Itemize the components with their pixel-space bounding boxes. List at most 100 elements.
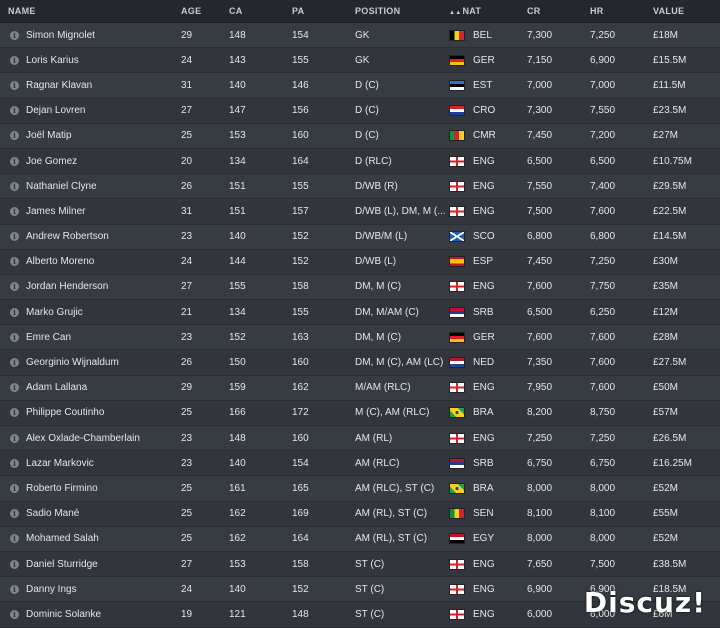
table-row[interactable]: i James Milner 31 151 157 D/WB (L), DM, … [0, 199, 720, 225]
player-name-cell[interactable]: i Adam Lallana [0, 382, 181, 393]
player-name-cell[interactable]: i Lazar Markovic [0, 458, 181, 469]
player-name-cell[interactable]: i Joël Matip [0, 130, 181, 141]
table-row[interactable]: i Georginio Wijnaldum 26 150 160 DM, M (… [0, 350, 720, 376]
player-name-cell[interactable]: i Andrew Robertson [0, 231, 181, 242]
info-icon[interactable]: i [10, 433, 19, 443]
player-hr: 7,000 [590, 79, 616, 91]
table-row[interactable]: i Sadio Mané 25 162 169 AM (RL), ST (C) … [0, 501, 720, 527]
table-row[interactable]: i Simon Mignolet 29 148 154 GK BEL 7,300… [0, 23, 720, 49]
column-header-ca[interactable]: CA [229, 6, 292, 16]
column-header-nat[interactable]: ▲▲NAT [449, 6, 527, 16]
nation-flag-icon [449, 180, 465, 192]
column-header-cr[interactable]: CR [527, 6, 590, 16]
player-name-cell[interactable]: i Jordan Henderson [0, 281, 181, 292]
player-name-cell[interactable]: i Joe Gomez [0, 156, 181, 167]
info-icon[interactable]: i [10, 206, 19, 216]
info-icon[interactable]: i [10, 307, 19, 317]
player-name-cell[interactable]: i Dejan Lovren [0, 105, 181, 116]
player-name-cell[interactable]: i Marko Grujic [0, 307, 181, 318]
player-name-cell[interactable]: i Nathaniel Clyne [0, 181, 181, 192]
info-icon[interactable]: i [10, 458, 19, 468]
info-icon[interactable]: i [10, 534, 19, 544]
table-row[interactable]: i Daniel Sturridge 27 153 158 ST (C) ENG… [0, 551, 720, 578]
table-row[interactable]: i Adam Lallana 29 159 162 M/AM (RLC) ENG… [0, 375, 720, 401]
player-name: Danny Ings [26, 583, 77, 595]
table-row[interactable]: i Jordan Henderson 27 155 158 DM, M (C) … [0, 274, 720, 301]
player-ca: 162 [229, 508, 246, 520]
table-row[interactable]: i Philippe Coutinho 25 166 172 M (C), AM… [0, 400, 720, 426]
nation-flag-icon [449, 130, 465, 142]
player-name-cell[interactable]: i Daniel Sturridge [0, 559, 181, 570]
table-row[interactable]: i Nathaniel Clyne 26 151 155 D/WB (R) EN… [0, 174, 720, 200]
column-header-hr[interactable]: HR [590, 6, 653, 16]
table-row[interactable]: i Dejan Lovren 27 147 156 D (C) CRO 7,30… [0, 98, 720, 124]
table-row[interactable]: i Emre Can 23 152 163 DM, M (C) GER 7,60… [0, 325, 720, 351]
player-position: AM (RLC), ST (C) [355, 482, 435, 494]
table-row[interactable]: i Andrew Robertson 23 140 152 D/WB/M (L)… [0, 224, 720, 250]
player-name-cell[interactable]: i James Milner [0, 206, 181, 217]
player-hr: 7,600 [590, 382, 616, 394]
column-header-value[interactable]: VALUE [653, 6, 720, 16]
table-row[interactable]: i Marko Grujic 21 134 155 DM, M/AM (C) S… [0, 300, 720, 326]
info-icon[interactable]: i [10, 257, 19, 267]
nation-flag-icon [449, 155, 465, 167]
player-name-cell[interactable]: i Danny Ings [0, 584, 181, 595]
table-row[interactable]: i Mohamed Salah 25 162 164 AM (RL), ST (… [0, 526, 720, 552]
player-pa: 146 [292, 79, 309, 91]
player-position: D (C) [355, 79, 379, 91]
info-icon[interactable]: i [10, 383, 19, 393]
info-icon[interactable]: i [10, 131, 19, 141]
info-icon[interactable]: i [10, 282, 19, 292]
info-icon[interactable]: i [10, 358, 19, 368]
player-name-cell[interactable]: i Alex Oxlade-Chamberlain [0, 433, 181, 444]
info-icon[interactable]: i [10, 483, 19, 493]
info-icon[interactable]: i [10, 584, 19, 594]
table-row[interactable]: i Roberto Firmino 25 161 165 AM (RLC), S… [0, 476, 720, 502]
player-name-cell[interactable]: i Sadio Mané [0, 508, 181, 519]
player-cr: 7,250 [527, 432, 553, 444]
info-icon[interactable]: i [10, 106, 19, 116]
column-header-name[interactable]: NAME [0, 6, 181, 16]
info-icon[interactable]: i [10, 156, 19, 166]
table-row[interactable]: i Alex Oxlade-Chamberlain 23 148 160 AM … [0, 426, 720, 452]
player-name-cell[interactable]: i Simon Mignolet [0, 30, 181, 41]
player-name-cell[interactable]: i Alberto Moreno [0, 256, 181, 267]
column-header-age[interactable]: AGE [181, 6, 229, 16]
player-name-cell[interactable]: i Georginio Wijnaldum [0, 357, 181, 368]
info-icon[interactable]: i [10, 609, 19, 619]
table-row[interactable]: i Loris Karius 24 143 155 GK GER 7,150 6… [0, 48, 720, 74]
player-name-cell[interactable]: i Loris Karius [0, 55, 181, 66]
table-row[interactable]: i Lazar Markovic 23 140 154 AM (RLC) SRB… [0, 451, 720, 477]
player-ca: 121 [229, 608, 246, 620]
player-cr: 7,600 [527, 281, 553, 293]
info-icon[interactable]: i [10, 232, 19, 242]
info-icon[interactable]: i [10, 332, 19, 342]
player-position: AM (RL), ST (C) [355, 533, 428, 545]
table-row[interactable]: i Joël Matip 25 153 160 D (C) CMR 7,450 … [0, 123, 720, 149]
player-name-cell[interactable]: i Philippe Coutinho [0, 407, 181, 418]
player-name-cell[interactable]: i Mohamed Salah [0, 533, 181, 544]
info-icon[interactable]: i [10, 509, 19, 519]
info-icon[interactable]: i [10, 408, 19, 418]
table-row[interactable]: i Alberto Moreno 24 144 152 D/WB (L) ESP… [0, 249, 720, 275]
info-icon[interactable]: i [10, 30, 19, 40]
player-name-cell[interactable]: i Ragnar Klavan [0, 80, 181, 91]
player-cr: 6,900 [527, 583, 553, 595]
player-cr: 6,500 [527, 306, 553, 318]
table-row[interactable]: i Joe Gomez 20 134 164 D (RLC) ENG 6,500… [0, 148, 720, 175]
info-icon[interactable]: i [10, 80, 19, 90]
nation-code: ENG [473, 432, 495, 444]
column-header-position[interactable]: POSITION [355, 6, 449, 16]
player-pa: 148 [292, 608, 309, 620]
player-name-cell[interactable]: i Emre Can [0, 332, 181, 343]
player-name-cell[interactable]: i Roberto Firmino [0, 483, 181, 494]
info-icon[interactable]: i [10, 559, 19, 569]
table-row[interactable]: i Ragnar Klavan 31 140 146 D (C) EST 7,0… [0, 73, 720, 99]
info-icon[interactable]: i [10, 181, 19, 191]
player-name-cell[interactable]: i Dominic Solanke [0, 609, 181, 620]
info-icon[interactable]: i [10, 55, 19, 65]
column-header-pa[interactable]: PA [292, 6, 355, 16]
player-age: 25 [181, 533, 193, 545]
player-position: DM, M (C) [355, 281, 402, 293]
player-name: Sadio Mané [26, 508, 80, 520]
